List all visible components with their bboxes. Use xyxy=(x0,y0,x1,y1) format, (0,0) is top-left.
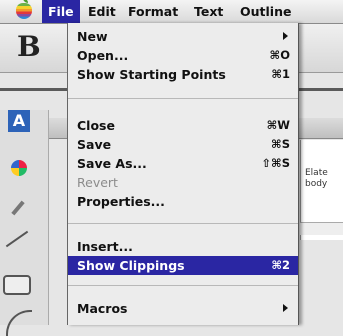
menu-edit[interactable]: Edit xyxy=(82,0,122,23)
menu-item-shortcut: ⌘S xyxy=(271,137,290,151)
document-text: Elate body xyxy=(305,168,328,190)
menu-item-save[interactable]: Save ⌘S xyxy=(68,135,298,154)
menu-item-shortcut: ⌘1 xyxy=(271,67,290,81)
menu-item-label: Revert xyxy=(77,175,118,190)
menu-item-shortcut: ⇧⌘S xyxy=(261,156,290,170)
menu-item-label: Insert... xyxy=(77,239,133,254)
menu-item-open[interactable]: Open... ⌘O xyxy=(68,46,298,65)
menu-item-label: Open... xyxy=(77,48,129,63)
document-line-1: Elate xyxy=(305,168,328,178)
menu-item-insert[interactable]: Insert... xyxy=(68,237,298,256)
menu-item-label: New xyxy=(77,29,108,44)
menu-item-shortcut: ⌘O xyxy=(269,48,290,62)
tool-palette: A xyxy=(0,110,49,336)
pen-tool-icon[interactable] xyxy=(11,200,25,216)
menu-item-new[interactable]: New xyxy=(68,27,298,46)
arc-tool-icon[interactable] xyxy=(6,310,32,336)
submenu-arrow-icon xyxy=(283,304,288,312)
menu-text[interactable]: Text xyxy=(188,0,229,23)
menu-item-label: Macros xyxy=(77,301,128,316)
bold-style-glyph[interactable]: B xyxy=(17,30,41,63)
menu-item-label: Close xyxy=(77,118,115,133)
menu-file[interactable]: File xyxy=(42,0,80,23)
menu-item-close[interactable]: Close ⌘W xyxy=(68,116,298,135)
menu-item-revert: Revert xyxy=(68,173,298,192)
menu-item-show-starting-points[interactable]: Show Starting Points ⌘1 xyxy=(68,65,298,84)
menu-item-shortcut: ⌘W xyxy=(266,118,290,132)
menu-bar: File Edit Format Text Outline xyxy=(0,0,343,24)
menu-item-label: Show Starting Points xyxy=(77,67,226,82)
file-menu-dropdown: New Open... ⌘O Show Starting Points ⌘1 C… xyxy=(67,23,299,325)
menu-item-properties[interactable]: Properties... xyxy=(68,192,298,211)
menu-item-label: Properties... xyxy=(77,194,165,209)
menu-outline[interactable]: Outline xyxy=(234,0,297,23)
text-tool-icon[interactable]: A xyxy=(8,110,30,132)
menu-item-label: Save As... xyxy=(77,156,147,171)
menu-item-macros[interactable]: Macros xyxy=(68,299,298,318)
menu-item-show-clippings[interactable]: Show Clippings ⌘2 xyxy=(68,256,298,275)
document-ruler xyxy=(300,222,343,235)
paint-tool-icon[interactable] xyxy=(11,160,27,176)
menu-separator xyxy=(68,285,298,286)
menu-item-shortcut: ⌘2 xyxy=(271,258,290,272)
apple-menu-icon[interactable] xyxy=(16,0,32,19)
menu-format[interactable]: Format xyxy=(122,0,184,23)
menu-separator xyxy=(68,98,298,99)
line-tool-icon[interactable] xyxy=(5,230,29,248)
submenu-arrow-icon xyxy=(283,32,288,40)
menu-item-save-as[interactable]: Save As... ⇧⌘S xyxy=(68,154,298,173)
menu-item-label: Show Clippings xyxy=(77,258,185,273)
menu-item-label: Save xyxy=(77,137,112,152)
document-line-2: body xyxy=(305,179,328,189)
rounded-rect-tool-icon[interactable] xyxy=(3,275,31,295)
menu-separator xyxy=(68,223,298,224)
